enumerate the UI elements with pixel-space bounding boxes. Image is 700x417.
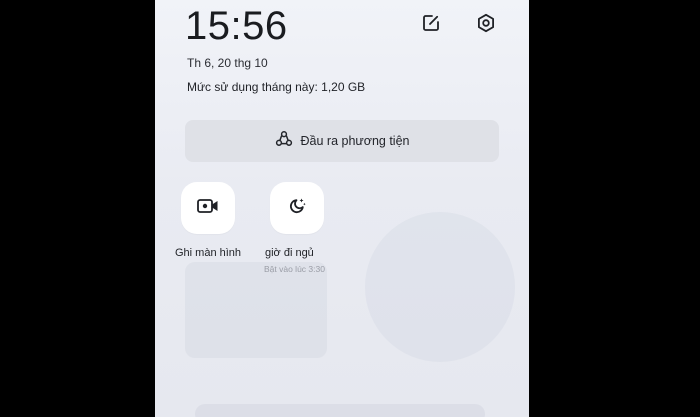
moon-stars-icon [287, 196, 307, 221]
edit-icon[interactable] [419, 11, 443, 35]
wallpaper-widget [185, 262, 327, 358]
quick-settings-panel: 15:56 Th 6, 20 thg 10 Mức sử dụng tháng … [155, 0, 529, 417]
gear-icon[interactable] [474, 11, 498, 35]
screen-record-label: Ghi màn hình [175, 247, 242, 259]
wallpaper-circle [365, 212, 515, 362]
data-usage-label: Mức sử dụng tháng này: 1,20 GB [187, 80, 366, 94]
video-camera-icon [197, 198, 219, 219]
date-label: Th 6, 20 thg 10 [187, 56, 268, 70]
media-output-button[interactable]: Đầu ra phương tiện [185, 120, 499, 162]
bedtime-tile[interactable] [270, 182, 324, 234]
clock: 15:56 [185, 4, 288, 48]
bedtime-sublabel: Bật vào lúc 3:30 [264, 264, 325, 274]
media-output-label: Đầu ra phương tiện [300, 134, 410, 148]
bottom-bar [195, 404, 485, 417]
screen-record-tile[interactable] [181, 182, 235, 234]
media-output-icon [275, 130, 293, 153]
bedtime-label: giờ đi ngủ [265, 247, 314, 259]
